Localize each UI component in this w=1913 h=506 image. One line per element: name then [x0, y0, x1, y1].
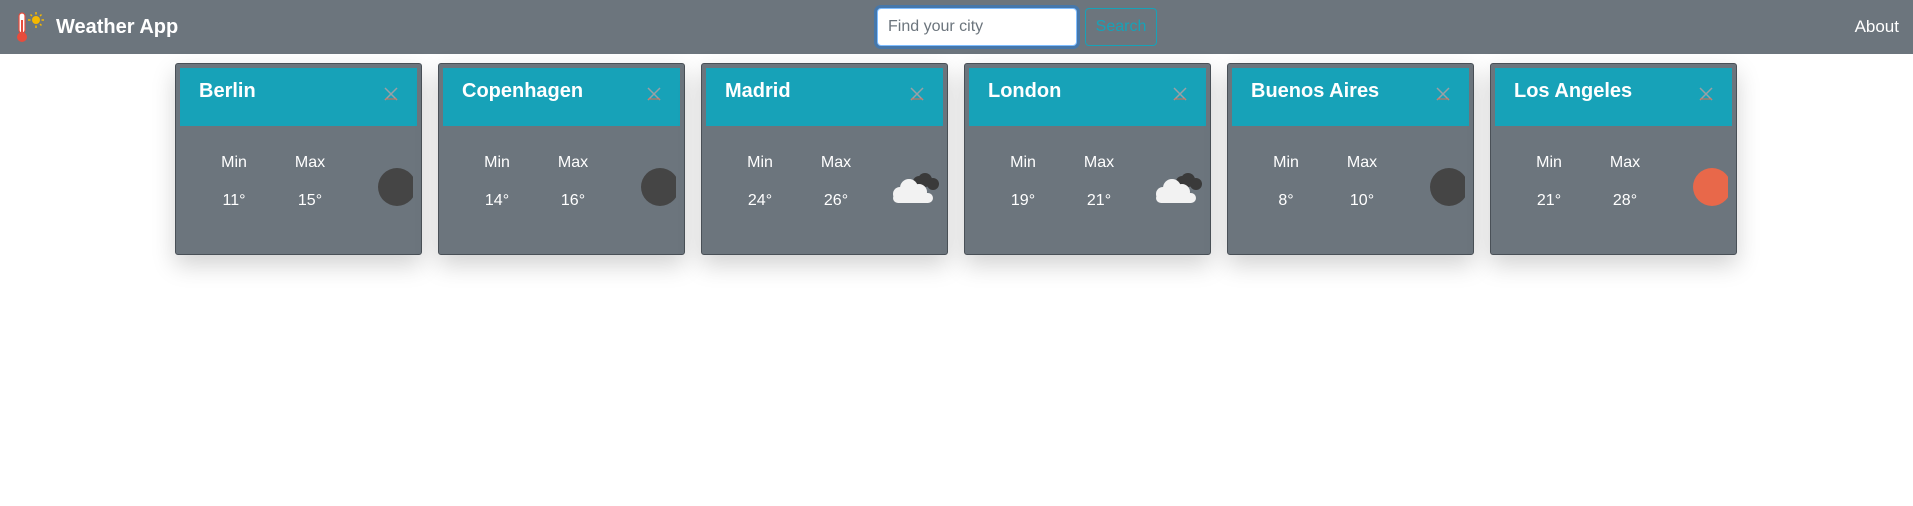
temperature-range: Min 11° Max 15°: [196, 152, 348, 210]
temperature-range: Min 24° Max 26°: [722, 152, 874, 210]
cloud-icon: [1156, 173, 1202, 203]
close-icon[interactable]: [909, 86, 925, 102]
min-temp: 24°: [747, 192, 773, 209]
min-temp: 19°: [1010, 192, 1036, 209]
city-card: Los Angeles Min 21° Max 28°: [1490, 63, 1737, 255]
close-icon[interactable]: [383, 86, 399, 102]
min-temp: 8°: [1278, 192, 1294, 209]
card-header: Los Angeles: [1495, 68, 1732, 126]
moon-icon: [378, 168, 413, 206]
card-header: Berlin: [180, 68, 417, 126]
temperature-range: Min 14° Max 16°: [459, 152, 611, 210]
max-column: Max 21°: [1061, 152, 1137, 210]
close-icon[interactable]: [1172, 86, 1188, 102]
max-label: Max: [1346, 154, 1378, 171]
card-header: London: [969, 68, 1206, 126]
brand-link[interactable]: Weather App: [12, 0, 178, 54]
city-name: Copenhagen: [462, 80, 584, 102]
cloud-icon: [893, 173, 939, 203]
max-temp: 26°: [823, 192, 849, 209]
max-label: Max: [1609, 154, 1641, 171]
sun-icon: [1693, 168, 1728, 206]
min-label: Min: [747, 154, 773, 171]
about-link[interactable]: About: [1855, 0, 1899, 54]
search-input[interactable]: [877, 8, 1077, 46]
min-temp: 11°: [222, 192, 246, 209]
moon-icon: [641, 168, 676, 206]
min-label: Min: [1010, 154, 1036, 171]
close-icon[interactable]: [646, 86, 662, 102]
max-label: Max: [557, 154, 589, 171]
max-temp: 21°: [1086, 192, 1112, 209]
max-column: Max 10°: [1324, 152, 1400, 210]
min-temp: 21°: [1536, 192, 1562, 209]
city-card: Buenos Aires Min 8° Max 10°: [1227, 63, 1474, 255]
max-temp: 28°: [1612, 192, 1638, 209]
search-form: Search: [877, 8, 1157, 46]
min-column: Min 24°: [722, 152, 798, 210]
min-column: Min 19°: [985, 152, 1061, 210]
thermometer-sun-icon: [17, 12, 44, 42]
city-name: Los Angeles: [1514, 80, 1633, 102]
close-icon[interactable]: [1435, 86, 1451, 102]
max-column: Max 26°: [798, 152, 874, 210]
city-name: Berlin: [199, 80, 256, 102]
moon-icon: [1430, 168, 1465, 206]
max-column: Max 28°: [1587, 152, 1663, 210]
max-label: Max: [1083, 154, 1115, 171]
min-column: Min 14°: [459, 152, 535, 210]
min-label: Min: [1536, 154, 1562, 171]
city-card: Berlin Min 11° Max 15°: [175, 63, 422, 255]
city-card: Copenhagen Min 14° Max 16°: [438, 63, 685, 255]
min-label: Min: [1273, 154, 1299, 171]
temperature-range: Min 21° Max 28°: [1511, 152, 1663, 210]
max-label: Max: [294, 154, 326, 171]
city-name: London: [988, 80, 1062, 102]
max-temp: 16°: [560, 192, 586, 209]
navbar: Weather App Search About: [0, 0, 1913, 54]
min-column: Min 21°: [1511, 152, 1587, 210]
city-card: Madrid Min 24° Max 26°: [701, 63, 948, 255]
max-label: Max: [820, 154, 852, 171]
card-header: Madrid: [706, 68, 943, 126]
app-title: Weather App: [56, 15, 179, 38]
search-button[interactable]: Search: [1085, 8, 1157, 46]
city-name: Madrid: [725, 80, 791, 102]
max-column: Max 16°: [535, 152, 611, 210]
min-column: Min 11°: [196, 152, 272, 210]
temperature-range: Min 8° Max 10°: [1248, 152, 1400, 210]
max-temp: 10°: [1349, 192, 1375, 209]
card-header: Buenos Aires: [1232, 68, 1469, 126]
temperature-range: Min 19° Max 21°: [985, 152, 1137, 210]
min-column: Min 8°: [1248, 152, 1324, 210]
city-card: London Min 19° Max 21°: [964, 63, 1211, 255]
city-cards: Berlin Min 11° Max 15° Copenhagen Min 14° Max 16°…: [175, 63, 1737, 255]
min-label: Min: [484, 154, 510, 171]
min-label: Min: [221, 154, 247, 171]
card-header: Copenhagen: [443, 68, 680, 126]
max-column: Max 15°: [272, 152, 348, 210]
close-icon[interactable]: [1698, 86, 1714, 102]
max-temp: 15°: [297, 192, 323, 209]
min-temp: 14°: [484, 192, 510, 209]
city-name: Buenos Aires: [1251, 80, 1380, 102]
